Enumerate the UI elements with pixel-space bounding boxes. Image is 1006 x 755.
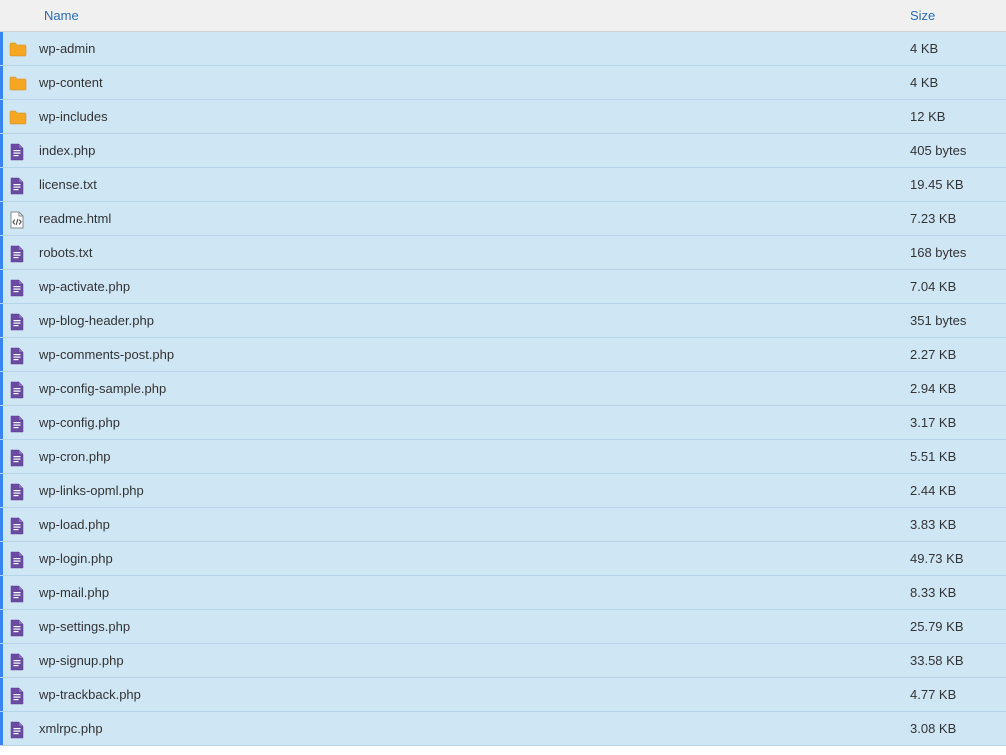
file-icon bbox=[9, 143, 27, 159]
file-size: 25.79 KB bbox=[910, 610, 1006, 644]
table-row[interactable]: robots.txt168 bytes bbox=[0, 236, 1006, 270]
file-name[interactable]: robots.txt bbox=[29, 236, 910, 270]
table-row[interactable]: wp-includes12 KB bbox=[0, 100, 1006, 134]
file-size: 7.23 KB bbox=[910, 202, 1006, 236]
table-row[interactable]: wp-content4 KB bbox=[0, 66, 1006, 100]
file-size: 33.58 KB bbox=[910, 644, 1006, 678]
file-name[interactable]: wp-mail.php bbox=[29, 576, 910, 610]
file-icon bbox=[9, 585, 27, 601]
file-name[interactable]: wp-trackback.php bbox=[29, 678, 910, 712]
table-row[interactable]: wp-login.php49.73 KB bbox=[0, 542, 1006, 576]
file-size: 7.04 KB bbox=[910, 270, 1006, 304]
column-header-size[interactable]: Size bbox=[910, 0, 1006, 32]
file-icon bbox=[9, 721, 27, 737]
table-row[interactable]: wp-config.php3.17 KB bbox=[0, 406, 1006, 440]
file-size: 4.77 KB bbox=[910, 678, 1006, 712]
file-size: 49.73 KB bbox=[910, 542, 1006, 576]
file-name[interactable]: wp-load.php bbox=[29, 508, 910, 542]
folder-icon bbox=[9, 109, 27, 125]
file-name[interactable]: wp-config-sample.php bbox=[29, 372, 910, 406]
file-name[interactable]: wp-includes bbox=[29, 100, 910, 134]
table-row[interactable]: wp-blog-header.php351 bytes bbox=[0, 304, 1006, 338]
file-icon bbox=[9, 381, 27, 397]
file-size: 8.33 KB bbox=[910, 576, 1006, 610]
file-size: 3.08 KB bbox=[910, 712, 1006, 746]
file-icon bbox=[9, 245, 27, 261]
folder-icon bbox=[9, 75, 27, 91]
file-size: 4 KB bbox=[910, 32, 1006, 66]
file-icon bbox=[9, 347, 27, 363]
table-row[interactable]: wp-trackback.php4.77 KB bbox=[0, 678, 1006, 712]
table-row[interactable]: wp-mail.php8.33 KB bbox=[0, 576, 1006, 610]
table-row[interactable]: readme.html7.23 KB bbox=[0, 202, 1006, 236]
file-name[interactable]: wp-settings.php bbox=[29, 610, 910, 644]
file-icon bbox=[9, 313, 27, 329]
table-row[interactable]: license.txt19.45 KB bbox=[0, 168, 1006, 202]
file-icon bbox=[9, 551, 27, 567]
file-size: 3.83 KB bbox=[910, 508, 1006, 542]
file-icon bbox=[9, 517, 27, 533]
table-row[interactable]: wp-signup.php33.58 KB bbox=[0, 644, 1006, 678]
file-name[interactable]: xmlrpc.php bbox=[29, 712, 910, 746]
table-row[interactable]: wp-load.php3.83 KB bbox=[0, 508, 1006, 542]
file-size: 19.45 KB bbox=[910, 168, 1006, 202]
file-size: 351 bytes bbox=[910, 304, 1006, 338]
file-size: 2.94 KB bbox=[910, 372, 1006, 406]
file-name[interactable]: wp-blog-header.php bbox=[29, 304, 910, 338]
file-icon bbox=[9, 415, 27, 431]
file-icon bbox=[9, 449, 27, 465]
file-icon bbox=[9, 619, 27, 635]
file-list-table: Name Size wp-admin4 KBwp-content4 KBwp-i… bbox=[0, 0, 1006, 746]
file-name[interactable]: wp-comments-post.php bbox=[29, 338, 910, 372]
file-name[interactable]: wp-cron.php bbox=[29, 440, 910, 474]
table-row[interactable]: wp-comments-post.php2.27 KB bbox=[0, 338, 1006, 372]
file-size: 2.27 KB bbox=[910, 338, 1006, 372]
column-header-name[interactable]: Name bbox=[0, 0, 910, 32]
file-size: 12 KB bbox=[910, 100, 1006, 134]
file-name[interactable]: readme.html bbox=[29, 202, 910, 236]
file-name[interactable]: wp-admin bbox=[29, 32, 910, 66]
file-name[interactable]: index.php bbox=[29, 134, 910, 168]
file-icon bbox=[9, 483, 27, 499]
file-icon bbox=[9, 687, 27, 703]
file-name[interactable]: wp-activate.php bbox=[29, 270, 910, 304]
file-size: 168 bytes bbox=[910, 236, 1006, 270]
file-icon bbox=[9, 653, 27, 669]
html-file-icon bbox=[9, 211, 27, 227]
file-name[interactable]: license.txt bbox=[29, 168, 910, 202]
file-size: 4 KB bbox=[910, 66, 1006, 100]
file-name[interactable]: wp-signup.php bbox=[29, 644, 910, 678]
file-name[interactable]: wp-login.php bbox=[29, 542, 910, 576]
file-name[interactable]: wp-config.php bbox=[29, 406, 910, 440]
table-row[interactable]: wp-admin4 KB bbox=[0, 32, 1006, 66]
table-row[interactable]: wp-settings.php25.79 KB bbox=[0, 610, 1006, 644]
file-name[interactable]: wp-content bbox=[29, 66, 910, 100]
table-row[interactable]: wp-cron.php5.51 KB bbox=[0, 440, 1006, 474]
file-icon bbox=[9, 177, 27, 193]
file-name[interactable]: wp-links-opml.php bbox=[29, 474, 910, 508]
table-row[interactable]: wp-activate.php7.04 KB bbox=[0, 270, 1006, 304]
file-size: 5.51 KB bbox=[910, 440, 1006, 474]
table-header-row: Name Size bbox=[0, 0, 1006, 32]
table-row[interactable]: index.php405 bytes bbox=[0, 134, 1006, 168]
table-row[interactable]: xmlrpc.php3.08 KB bbox=[0, 712, 1006, 746]
table-row[interactable]: wp-config-sample.php2.94 KB bbox=[0, 372, 1006, 406]
folder-icon bbox=[9, 41, 27, 57]
file-size: 405 bytes bbox=[910, 134, 1006, 168]
table-row[interactable]: wp-links-opml.php2.44 KB bbox=[0, 474, 1006, 508]
file-icon bbox=[9, 279, 27, 295]
file-size: 3.17 KB bbox=[910, 406, 1006, 440]
file-size: 2.44 KB bbox=[910, 474, 1006, 508]
